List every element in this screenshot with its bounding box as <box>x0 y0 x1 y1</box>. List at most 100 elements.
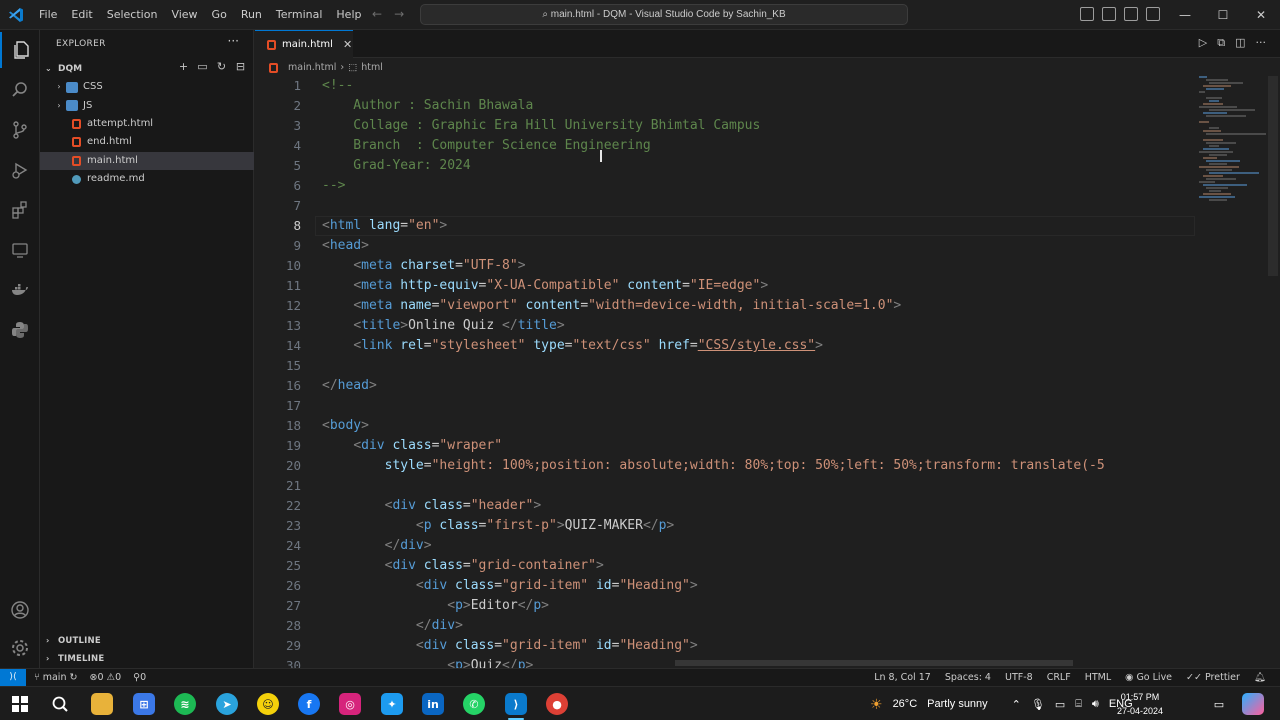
snapchat-icon[interactable]: ☺ <box>257 693 279 715</box>
line-number: 25 <box>285 558 301 573</box>
battery-icon[interactable]: ▭ <box>1055 698 1065 711</box>
vscode-taskbar-icon[interactable]: ⟩ <box>505 693 527 715</box>
tree-item-label: main.html <box>87 154 138 166</box>
branch-item[interactable]: ⑂ main ↻ <box>34 669 77 686</box>
customize-layout-icon[interactable] <box>1146 7 1160 21</box>
menu-item-help[interactable]: Help <box>329 0 368 30</box>
command-center[interactable]: ⌕ main.html - DQM - Visual Studio Code b… <box>420 4 908 25</box>
minimap-line <box>1199 166 1239 168</box>
run-debug-icon[interactable] <box>0 152 40 188</box>
clock[interactable]: 01:57 PM 27-04-2024 <box>1110 690 1170 718</box>
toggle-secondary-sidebar-icon[interactable] <box>1124 7 1138 21</box>
weather-icon[interactable]: ☀ <box>870 696 883 713</box>
refresh-icon[interactable]: ↻ <box>215 60 228 73</box>
toggle-panel-icon[interactable] <box>1102 7 1116 21</box>
close-tab-icon[interactable]: ✕ <box>343 38 352 51</box>
windows-start-icon[interactable] <box>9 693 31 715</box>
linkedin-icon[interactable]: in <box>422 693 444 715</box>
end-of-line[interactable]: CRLF <box>1047 669 1071 686</box>
tree-item-js[interactable]: › JS <box>40 96 254 114</box>
extensions-icon[interactable] <box>0 192 40 228</box>
microphone-icon[interactable]: 🎙︎ <box>1031 698 1045 711</box>
code-token: p <box>423 518 432 533</box>
whatsapp-icon[interactable]: ✆ <box>463 693 485 715</box>
breadcrumb-file[interactable]: main.html <box>288 59 336 77</box>
manage-gear-icon[interactable] <box>0 630 40 666</box>
new-folder-icon[interactable]: ▭ <box>196 60 209 73</box>
copilot-icon[interactable] <box>1242 693 1264 715</box>
code-editor[interactable]: 1 <!-- 2 Author : Sachin Bhawala 3 Collage … <box>255 76 1205 668</box>
menu-item-go[interactable]: Go <box>205 0 234 30</box>
minimap-line <box>1206 142 1236 144</box>
taskbar-search-icon[interactable] <box>49 693 71 715</box>
search-icon[interactable] <box>0 72 40 108</box>
network-icon[interactable]: ⌸ <box>1075 698 1082 711</box>
prettier-button[interactable]: ✓✓ Prettier <box>1186 669 1240 686</box>
breadcrumb-element[interactable]: html <box>361 59 383 77</box>
menu-item-selection[interactable]: Selection <box>100 0 165 30</box>
close-window-icon[interactable]: ✕ <box>1242 0 1280 30</box>
remote-explorer-icon[interactable] <box>0 232 40 268</box>
line-number: 6 <box>293 178 301 193</box>
tree-item-main-html[interactable]: main.html <box>40 151 254 170</box>
problems-item[interactable]: ⊗0 ⚠0 <box>89 669 121 686</box>
run-icon[interactable]: ▷ <box>1199 36 1207 50</box>
cursor-position[interactable]: Ln 8, Col 17 <box>874 669 931 686</box>
indentation[interactable]: Spaces: 4 <box>945 669 991 686</box>
encoding[interactable]: UTF-8 <box>1005 669 1033 686</box>
menu-item-terminal[interactable]: Terminal <box>269 0 330 30</box>
forward-arrow-icon[interactable]: → <box>394 7 404 21</box>
horizontal-scrollbar[interactable] <box>675 660 1073 666</box>
outline-section[interactable]: › OUTLINE <box>40 632 254 650</box>
weather-desc[interactable]: Partly sunny <box>927 698 988 710</box>
python-icon[interactable] <box>0 312 40 348</box>
tree-item-attempt-html[interactable]: attempt.html <box>40 115 254 133</box>
chevron-up-icon[interactable]: ⌃ <box>1012 698 1021 711</box>
minimize-icon[interactable]: — <box>1166 0 1204 30</box>
weather-temp[interactable]: 26°C <box>893 698 918 710</box>
telegram-icon[interactable]: ➤ <box>216 693 238 715</box>
more-actions-icon[interactable]: ··· <box>228 34 239 48</box>
tree-item-css[interactable]: › CSS <box>40 78 254 96</box>
go-live-button[interactable]: ◉ Go Live <box>1125 669 1172 686</box>
more-actions-icon[interactable]: ··· <box>1256 36 1267 50</box>
accounts-icon[interactable] <box>0 592 40 628</box>
menu-item-run[interactable]: Run <box>234 0 269 30</box>
tree-item-end-html[interactable]: end.html <box>40 133 254 151</box>
menu-item-view[interactable]: View <box>164 0 204 30</box>
menu-item-file[interactable]: File <box>32 0 64 30</box>
minimap[interactable] <box>1199 76 1269 206</box>
tree-item-readme-md[interactable]: readme.md <box>40 170 254 188</box>
open-preview-icon[interactable]: ⧉ <box>1217 36 1225 50</box>
twitter-icon[interactable]: ✦ <box>381 693 403 715</box>
spotify-icon[interactable]: ≋ <box>174 693 196 715</box>
notification-center-icon[interactable]: ▭ <box>1208 693 1230 715</box>
volume-icon[interactable]: 🔊︎ <box>1092 698 1099 711</box>
back-arrow-icon[interactable]: ← <box>372 7 382 21</box>
notifications-bell-icon[interactable]: 🔔︎ <box>1254 669 1266 686</box>
minimap-line <box>1203 184 1247 186</box>
file-explorer-icon[interactable] <box>91 693 113 715</box>
docker-icon[interactable] <box>0 272 40 308</box>
microsoft-store-icon[interactable]: ⊞ <box>133 693 155 715</box>
maximize-icon[interactable]: ☐ <box>1204 0 1242 30</box>
new-file-icon[interactable]: + <box>177 60 190 73</box>
split-editor-icon[interactable]: ◫ <box>1235 36 1245 50</box>
collapse-all-icon[interactable]: ⊟ <box>234 60 247 73</box>
tab-label: main.html <box>282 39 333 50</box>
vertical-scrollbar[interactable] <box>1268 76 1278 276</box>
language-mode[interactable]: HTML <box>1085 669 1111 686</box>
toggle-primary-sidebar-icon[interactable] <box>1080 7 1094 21</box>
source-control-icon[interactable] <box>0 112 40 148</box>
facebook-icon[interactable]: f <box>298 693 320 715</box>
menu-item-edit[interactable]: Edit <box>64 0 99 30</box>
tab-main-html[interactable]: main.html ✕ <box>255 30 353 58</box>
timeline-section[interactable]: › TIMELINE <box>40 650 254 668</box>
explorer-icon[interactable] <box>0 32 40 68</box>
screen-recorder-icon[interactable]: ● <box>546 693 568 715</box>
code-token: "grid-container" <box>470 558 596 573</box>
ports-item[interactable]: ⚲0 <box>133 669 146 686</box>
instagram-icon[interactable]: ◎ <box>339 693 361 715</box>
remote-indicator-icon[interactable]: ⟩⟨ <box>0 669 26 686</box>
